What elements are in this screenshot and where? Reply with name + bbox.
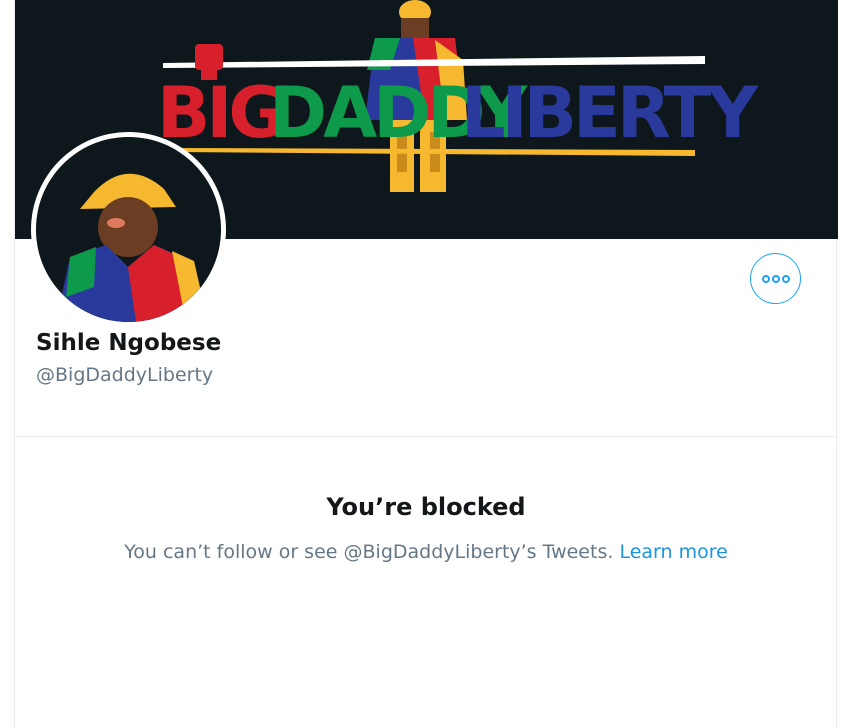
blocked-title: You’re blocked	[326, 493, 526, 521]
blocked-message: You can’t follow or see @BigDaddyLiberty…	[15, 541, 837, 563]
blocked-message-text: You can’t follow or see @BigDaddyLiberty…	[124, 541, 614, 563]
learn-more-link[interactable]: Learn more	[619, 541, 727, 563]
scrollbar-gutter	[852, 0, 864, 728]
more-options-button[interactable]	[750, 253, 801, 304]
user-handle: @BigDaddyLiberty	[36, 364, 214, 386]
display-name: Sihle Ngobese	[36, 330, 222, 356]
banner-word-liberty: LIBERTY	[461, 72, 759, 154]
avatar[interactable]	[36, 137, 221, 322]
section-divider	[15, 436, 837, 437]
avatar-illustration	[36, 137, 221, 322]
more-horizontal-icon	[761, 274, 790, 283]
banner-word-big: BIG	[157, 72, 282, 154]
